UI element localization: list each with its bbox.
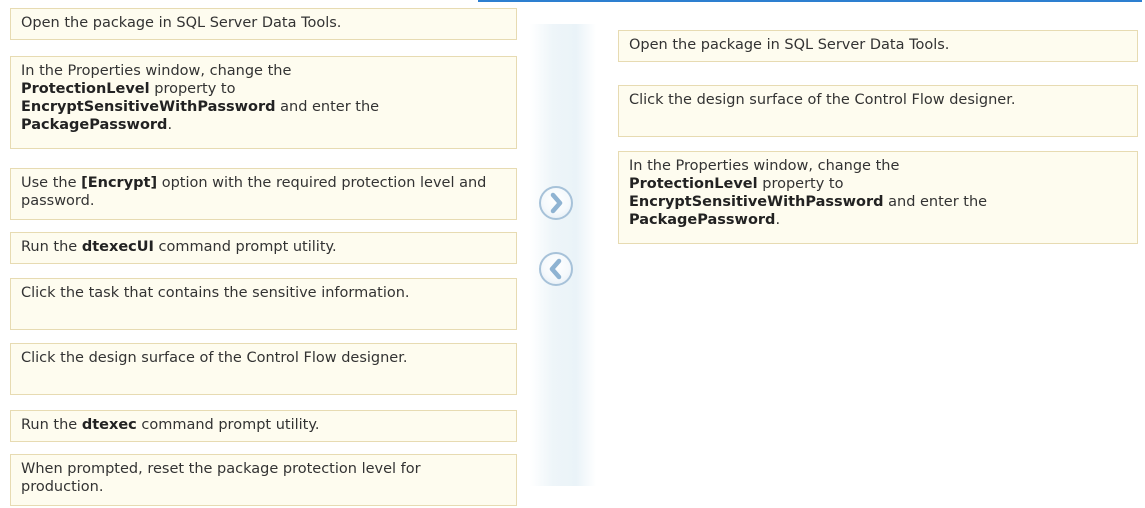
option-card[interactable]: When prompted, reset the package protect…: [10, 454, 517, 506]
answer-keyword: ProtectionLevel: [629, 176, 758, 192]
answer-keyword: EncryptSensitiveWithPassword: [629, 194, 884, 210]
option-card[interactable]: Run the dtexecUI command prompt utility.: [10, 232, 517, 264]
option-text: When prompted, reset the package protect…: [21, 461, 421, 495]
move-left-button[interactable]: [539, 252, 573, 286]
answer-keyword: PackagePassword: [629, 212, 776, 228]
option-text: .: [167, 117, 173, 133]
drag-drop-ordering-question: Open the package in SQL Server Data Tool…: [0, 0, 1145, 508]
answer-text: Open the package in SQL Server Data Tool…: [629, 37, 950, 53]
option-card[interactable]: Run the dtexec command prompt utility.: [10, 410, 517, 442]
option-keyword: PackagePassword: [21, 117, 168, 133]
option-card[interactable]: Click the task that contains the sensiti…: [10, 278, 517, 330]
option-text: and enter the: [275, 99, 380, 115]
answer-card[interactable]: Open the package in SQL Server Data Tool…: [618, 30, 1138, 62]
option-text: In the Properties window, change the: [21, 63, 292, 79]
option-text: Use the: [21, 175, 82, 191]
option-text: Run the: [21, 417, 82, 433]
option-card[interactable]: Click the design surface of the Control …: [10, 343, 517, 395]
option-text: Open the package in SQL Server Data Tool…: [21, 15, 342, 31]
answer-card[interactable]: Click the design surface of the Control …: [618, 85, 1138, 137]
option-keyword: dtexecUI: [81, 239, 154, 255]
option-keyword: EncryptSensitiveWithPassword: [21, 99, 276, 115]
answer-text: Click the design surface of the Control …: [629, 92, 1016, 108]
top-rule: [478, 0, 1142, 2]
option-keyword: ProtectionLevel: [21, 81, 150, 97]
option-text: Click the design surface of the Control …: [21, 350, 408, 366]
option-card[interactable]: In the Properties window, change the Pro…: [10, 56, 517, 149]
option-text: property to: [149, 81, 236, 97]
answer-text: and enter the: [883, 194, 988, 210]
option-card[interactable]: Use the [Encrypt] option with the requir…: [10, 168, 517, 220]
move-right-button[interactable]: [539, 186, 573, 220]
answer-card[interactable]: In the Properties window, change the Pro…: [618, 151, 1138, 244]
option-keyword: [Encrypt]: [81, 175, 158, 191]
option-text: command prompt utility.: [136, 417, 320, 433]
option-text: command prompt utility.: [153, 239, 337, 255]
answer-text: In the Properties window, change the: [629, 158, 900, 174]
option-text: Click the task that contains the sensiti…: [21, 285, 410, 301]
answer-text: .: [775, 212, 781, 228]
answer-text: property to: [757, 176, 844, 192]
option-keyword: dtexec: [81, 417, 137, 433]
option-text: Run the: [21, 239, 82, 255]
option-card[interactable]: Open the package in SQL Server Data Tool…: [10, 8, 517, 40]
